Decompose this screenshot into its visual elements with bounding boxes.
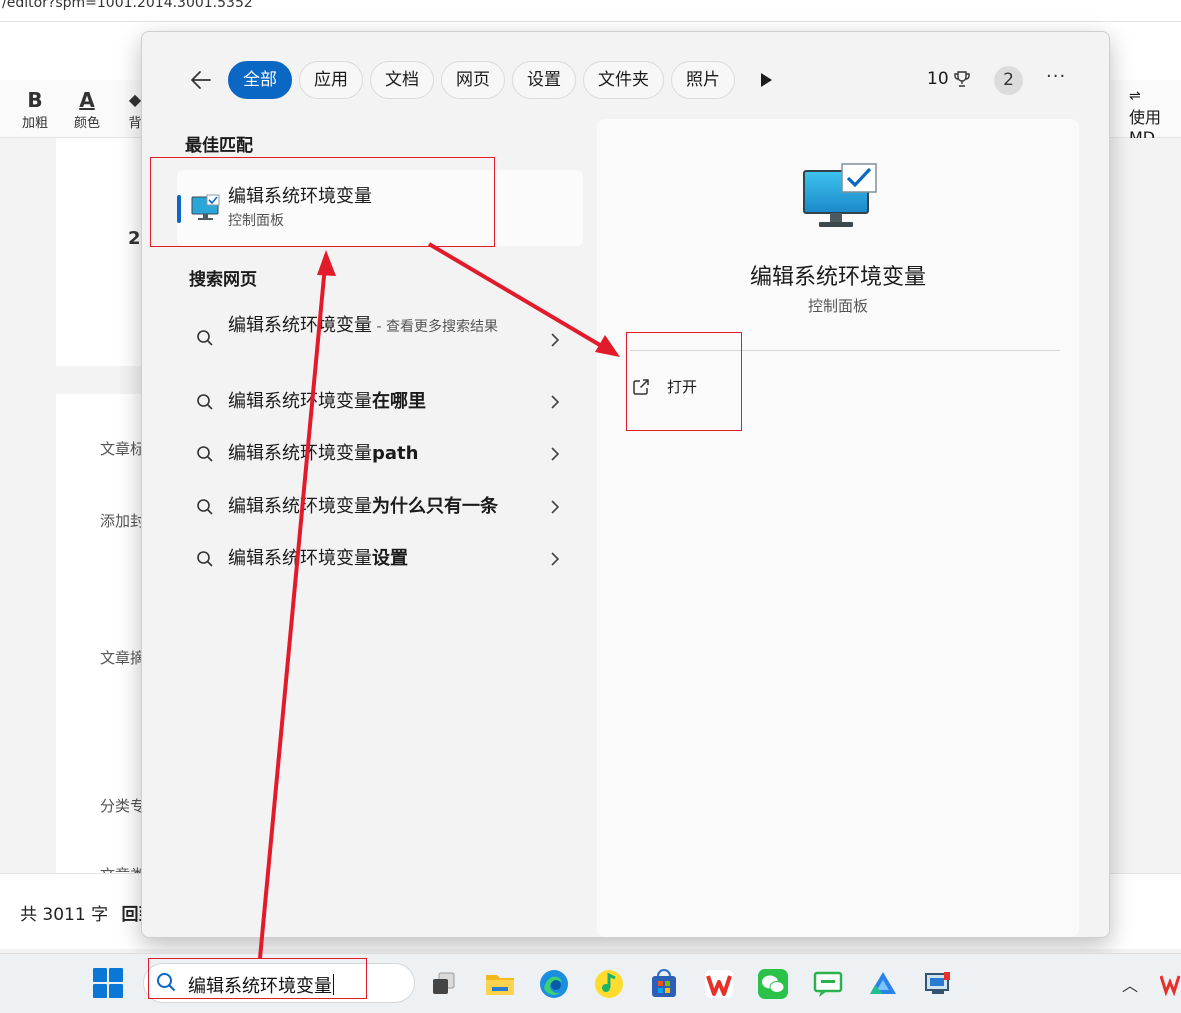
chevron-right-icon: [551, 333, 560, 347]
windows-start-icon[interactable]: [93, 968, 123, 998]
edge-browser-icon[interactable]: [538, 968, 570, 1000]
qq-music-icon[interactable]: [593, 968, 625, 1000]
font-color-icon: A: [79, 88, 95, 112]
result-query: 编辑系统环境变量: [228, 315, 372, 336]
preview-title: 编辑系统环境变量: [749, 265, 926, 290]
result-preview-pane: 编辑系统环境变量 控制面板 打开: [597, 119, 1079, 937]
filter-tab-apps[interactable]: 应用: [299, 61, 363, 99]
web-result-item[interactable]: 编辑系统环境变量path: [182, 441, 582, 467]
partial-number: 2: [128, 228, 141, 249]
search-icon: [197, 446, 213, 462]
word-count-text: 共 3011 字: [20, 905, 109, 925]
result-query: 编辑系统环境变量: [228, 443, 372, 464]
markdown-icon: ⇌: [1129, 88, 1141, 104]
chevron-right-icon: [551, 552, 560, 566]
search-filter-tabs: 全部 应用 文档 网页 设置 文件夹 照片: [228, 61, 735, 99]
more-options-icon[interactable]: ···: [1046, 66, 1066, 87]
cloud-drive-icon[interactable]: [867, 968, 899, 1000]
setting-label: 文章标: [100, 440, 146, 458]
url-text: /editor?spm=1001.2014.3001.5352: [2, 0, 253, 11]
filter-tab-all[interactable]: 全部: [228, 61, 292, 99]
rewards-points[interactable]: 10: [927, 69, 971, 89]
web-result-item[interactable]: 编辑系统环境变量 - 查看更多搜索结果: [182, 313, 582, 365]
tray-wps-icon[interactable]: [1159, 972, 1181, 1004]
web-result-item[interactable]: 编辑系统环境变量在哪里: [182, 389, 582, 415]
search-icon: [197, 330, 213, 346]
result-suggestion: path: [372, 443, 419, 464]
task-view-icon[interactable]: [430, 970, 462, 1002]
setting-label: 添加封: [100, 512, 146, 530]
web-result-text: 编辑系统环境变量 - 查看更多搜索结果: [228, 313, 503, 340]
filter-tab-folders[interactable]: 文件夹: [583, 61, 664, 99]
annotation-box-search-input: [148, 958, 367, 999]
font-color-label: 颜色: [73, 116, 100, 131]
more-filters-play-icon[interactable]: [761, 73, 772, 87]
result-query: 编辑系统环境变量: [228, 548, 372, 569]
browser-address-bar[interactable]: /editor?spm=1001.2014.3001.5352: [0, 0, 1181, 22]
result-hint: - 查看更多搜索结果: [372, 319, 498, 335]
web-result-text: 编辑系统环境变量在哪里: [228, 389, 503, 415]
wechat-icon[interactable]: [757, 968, 789, 1000]
font-color-button[interactable]: A 颜色: [67, 88, 107, 131]
file-explorer-icon[interactable]: [484, 968, 516, 1000]
search-web-heading: 搜索网页: [189, 270, 257, 290]
filter-tab-settings[interactable]: 设置: [512, 61, 576, 99]
best-match-heading: 最佳匹配: [185, 136, 253, 156]
system-properties-icon: [803, 163, 877, 227]
annotation-box-open: [626, 332, 742, 431]
result-suggestion: 设置: [372, 548, 408, 569]
messages-icon[interactable]: [812, 968, 844, 1000]
web-result-item[interactable]: 编辑系统环境变量为什么只有一条: [182, 494, 582, 520]
setting-label: 文章摘: [100, 649, 146, 667]
result-suggestion: 为什么只有一条: [372, 496, 498, 517]
bold-icon: B: [27, 88, 43, 112]
trophy-icon: [953, 71, 970, 87]
show-hidden-icons-chevron-icon[interactable]: ︿: [1122, 972, 1138, 996]
wps-office-icon[interactable]: [703, 968, 735, 1000]
chevron-right-icon: [551, 395, 560, 409]
search-icon: [197, 499, 213, 515]
chevron-right-icon: [551, 500, 560, 514]
network-control-icon[interactable]: [922, 968, 954, 1000]
web-result-text: 编辑系统环境变量设置: [228, 546, 503, 572]
microsoft-store-icon[interactable]: [648, 968, 680, 1000]
web-result-item[interactable]: 编辑系统环境变量设置: [182, 546, 582, 572]
filter-tab-photos[interactable]: 照片: [671, 61, 735, 99]
result-suggestion: 在哪里: [372, 391, 426, 412]
rewards-points-value: 10: [927, 69, 949, 89]
preview-subtitle: 控制面板: [807, 297, 868, 315]
result-query: 编辑系统环境变量: [228, 496, 372, 517]
search-icon: [197, 551, 213, 567]
result-query: 编辑系统环境变量: [228, 391, 372, 412]
bold-button[interactable]: B 加粗: [15, 88, 55, 131]
search-icon: [197, 394, 213, 410]
filter-tab-documents[interactable]: 文档: [370, 61, 434, 99]
web-result-text: 编辑系统环境变量path: [228, 441, 503, 467]
chevron-right-icon: [551, 447, 560, 461]
notification-badge[interactable]: 2: [994, 66, 1023, 95]
bold-label: 加粗: [21, 116, 48, 131]
filter-tab-web[interactable]: 网页: [441, 61, 505, 99]
annotation-box-best-match: [150, 157, 495, 247]
setting-label: 分类专: [100, 797, 146, 815]
back-arrow-icon[interactable]: [190, 69, 212, 91]
web-result-text: 编辑系统环境变量为什么只有一条: [228, 494, 528, 520]
word-count: 共 3011 字 回到: [20, 900, 155, 925]
